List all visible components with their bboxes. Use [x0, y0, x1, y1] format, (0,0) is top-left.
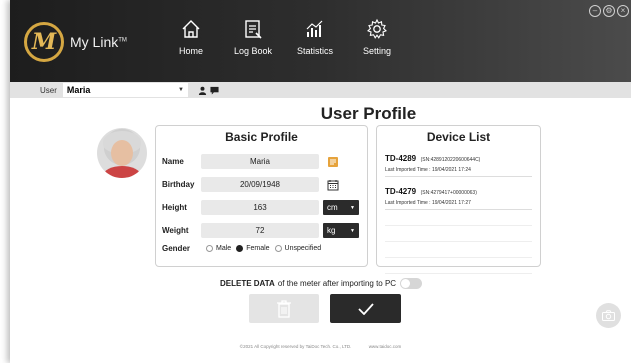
device-list-item[interactable]: TD-4289 (SN:4289120220600644C) Last Impo…: [385, 148, 532, 177]
device-serial: (SN:4289120220600644C): [420, 157, 481, 163]
user-bar: User Maria ▼: [10, 82, 631, 98]
logo-trademark: TM: [118, 37, 127, 44]
device-list-empty-row: [385, 242, 532, 258]
home-icon: [182, 20, 200, 38]
device-list-empty-row: [385, 226, 532, 242]
footer-website[interactable]: www.taidoc.com: [369, 344, 402, 349]
gender-radio-male[interactable]: [206, 245, 213, 252]
gender-option-unspecified: Unspecified: [284, 245, 322, 252]
nav-statistics[interactable]: Statistics: [284, 18, 346, 56]
weight-unit-value: kg: [327, 226, 336, 235]
nav-log-book[interactable]: Log Book: [222, 18, 284, 56]
user-select[interactable]: Maria ▼: [62, 83, 188, 97]
page-title: User Profile: [320, 104, 417, 123]
settings-small-icon[interactable]: ⚙: [603, 5, 615, 17]
device-list-title: Device List: [426, 130, 491, 144]
chevron-down-icon: ▼: [177, 87, 184, 93]
height-label: Height: [162, 203, 187, 212]
device-list-item[interactable]: TD-4279 (SN:4279417+00000063) Last Impor…: [385, 181, 532, 210]
top-navigation-bar: M My LinkTM Home Log Book Statistics Set…: [10, 0, 631, 82]
weight-row: Weight 72 kg ▼: [162, 223, 359, 238]
close-icon[interactable]: ×: [617, 5, 629, 17]
confirm-button[interactable]: [330, 294, 401, 323]
gender-option-female: Female: [246, 245, 270, 252]
gender-radio-female[interactable]: [236, 245, 244, 252]
camera-button[interactable]: [596, 303, 621, 328]
logbook-icon: [245, 20, 262, 39]
delete-data-toggle[interactable]: [400, 278, 423, 289]
weight-field[interactable]: 72: [201, 223, 319, 238]
name-label: Name: [162, 157, 184, 166]
basic-profile-card: Basic Profile Name Maria Birthday 20/09/…: [155, 125, 368, 267]
nav-home[interactable]: Home: [160, 18, 222, 56]
calendar-icon[interactable]: [327, 179, 339, 191]
trash-icon: [277, 299, 291, 318]
height-field[interactable]: 163: [201, 200, 319, 215]
user-avatar[interactable]: [97, 128, 147, 178]
device-list-empty-row: [385, 258, 532, 274]
gear-icon: [367, 18, 387, 39]
delete-data-label-bold: DELETE DATA: [220, 279, 275, 288]
basic-profile-title: Basic Profile: [225, 130, 298, 144]
logo-mark-icon: M: [24, 22, 64, 62]
birthday-row: Birthday 20/09/1948: [162, 177, 339, 192]
nav-statistics-label: Statistics: [296, 46, 333, 56]
app-window: M My LinkTM Home Log Book Statistics Set…: [10, 0, 631, 363]
device-id: TD-4289: [385, 154, 417, 163]
user-label: User: [40, 85, 57, 95]
weight-label: Weight: [162, 226, 189, 235]
checkmark-icon: [357, 302, 374, 315]
birthday-label: Birthday: [162, 180, 195, 189]
nav-setting-label: Setting: [362, 46, 392, 56]
nav-log-book-label: Log Book: [233, 46, 273, 56]
user-profile-icon[interactable]: [198, 86, 207, 95]
height-row: Height 163 cm ▼: [162, 200, 359, 215]
gender-label: Gender: [162, 244, 191, 253]
name-row: Name Maria: [162, 154, 339, 169]
logo-text: My Link: [70, 34, 119, 50]
footer: ©2021 All Copyright reserved by TaiDoc T…: [10, 344, 631, 349]
minimize-icon[interactable]: –: [589, 5, 601, 17]
delete-data-label: of the meter after importing to PC: [277, 279, 397, 288]
camera-icon: [602, 310, 615, 321]
footer-copyright: ©2021 All Copyright reserved by TaiDoc T…: [239, 344, 352, 349]
delete-button[interactable]: [249, 294, 319, 323]
gender-option-male: Male: [216, 245, 232, 252]
edit-note-icon[interactable]: [327, 156, 339, 168]
height-unit-value: cm: [327, 203, 338, 212]
device-list-empty-row: [385, 210, 532, 226]
user-actions: [198, 86, 219, 95]
name-field[interactable]: Maria: [201, 154, 319, 169]
gender-options: Male Female Unspecified: [201, 245, 321, 252]
device-import-time: Last Imported Time : 19/04/2021 17:27: [385, 200, 471, 206]
height-unit-select[interactable]: cm ▼: [323, 200, 359, 215]
device-import-time: Last Imported Time : 19/04/2021 17:24: [385, 167, 471, 173]
user-select-value: Maria: [66, 85, 91, 95]
weight-unit-select[interactable]: kg ▼: [323, 223, 359, 238]
delete-data-option: DELETE DATA of the meter after importing…: [220, 278, 423, 289]
device-serial: (SN:4279417+00000063): [420, 190, 477, 196]
statistics-icon: [306, 20, 323, 37]
nav-setting[interactable]: Setting: [346, 18, 408, 56]
device-id: TD-4279: [385, 187, 417, 196]
chevron-down-icon: ▼: [350, 204, 355, 211]
device-list-card: Device List TD-4289 (SN:4289120220600644…: [376, 125, 541, 274]
message-icon[interactable]: [210, 86, 219, 95]
window-controls: – ⚙ ×: [589, 5, 631, 17]
gender-row: Gender Male Female Unspecified: [162, 244, 321, 253]
birthday-field[interactable]: 20/09/1948: [201, 177, 319, 192]
app-logo: M My LinkTM: [24, 22, 127, 62]
gender-radio-unspecified[interactable]: [274, 245, 282, 252]
main-nav: Home Log Book Statistics Setting: [160, 18, 408, 56]
nav-home-label: Home: [178, 46, 203, 56]
chevron-down-icon: ▼: [350, 227, 355, 234]
